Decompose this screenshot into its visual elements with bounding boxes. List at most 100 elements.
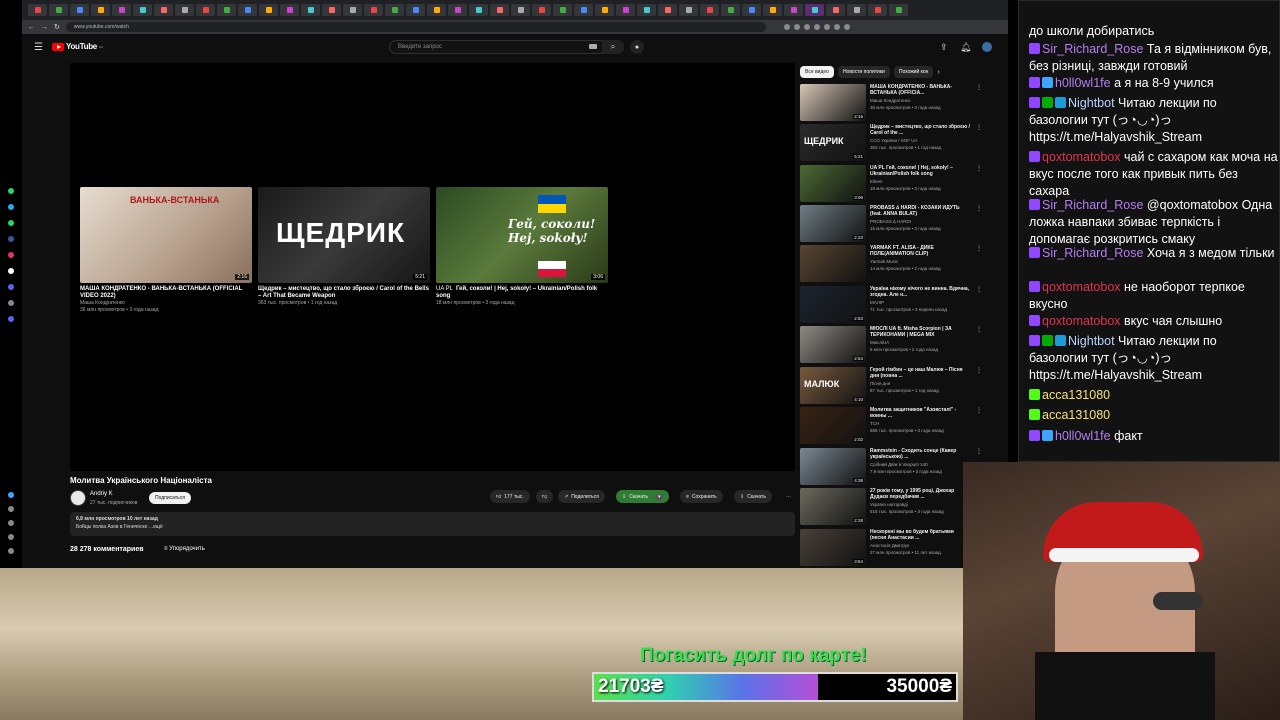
chat-username[interactable]: h0ll0wl1fe bbox=[1055, 76, 1114, 90]
like-button[interactable]: 👍︎ 177 тыс. bbox=[490, 490, 530, 503]
recommendation-item[interactable]: 2:53 Україна нікому нічого не винна. Вдяч… bbox=[800, 286, 982, 324]
download-button-2[interactable]: ⇩ Скачать bbox=[734, 490, 772, 503]
recommendation-title[interactable]: Україна нікому нічого не винна. Вдячна, … bbox=[870, 286, 970, 298]
browser-tab[interactable] bbox=[322, 4, 341, 16]
discord-icon[interactable] bbox=[8, 284, 14, 290]
account-avatar[interactable] bbox=[982, 42, 992, 52]
browser-tab[interactable] bbox=[826, 4, 845, 16]
recommendation-item[interactable]: 2:28 27 років тому, у 1995 році, Джохар Д… bbox=[800, 488, 982, 526]
bell-icon[interactable]: 🔔︎ bbox=[960, 42, 971, 53]
browser-tab[interactable] bbox=[637, 4, 656, 16]
more-vertical-icon[interactable]: ⋮ bbox=[976, 448, 982, 455]
recommendation-title[interactable]: 27 років тому, у 1995 році, Джохар Дудає… bbox=[870, 488, 970, 500]
chat-username[interactable]: acca131080 bbox=[1042, 388, 1110, 402]
recommendation-title[interactable]: Молитва защитников "Азовсталі" - воины .… bbox=[870, 407, 970, 419]
extension-icon[interactable] bbox=[823, 24, 830, 30]
keyboard-icon[interactable] bbox=[589, 44, 597, 49]
extension-icon[interactable] bbox=[813, 24, 820, 30]
more-vertical-icon[interactable]: ⋮ bbox=[976, 205, 982, 212]
sort-comments-button[interactable]: ≡ Упорядочить bbox=[164, 546, 205, 552]
recommendation-thumbnail[interactable]: 2:16 bbox=[800, 84, 866, 121]
more-vertical-icon[interactable]: ⋮ bbox=[976, 326, 982, 333]
chat-username[interactable]: Sir_Richard_Rose bbox=[1042, 42, 1147, 56]
search-button[interactable]: ⌕ bbox=[602, 40, 624, 54]
x-icon[interactable] bbox=[8, 268, 14, 274]
end-card-title[interactable]: МАША КОНДРАТЕНКО - ВАНЬКА-ВСТАНЬКА (OFFI… bbox=[80, 286, 252, 300]
browser-tab[interactable] bbox=[742, 4, 761, 16]
download-button[interactable]: ⇩ Скачать ▾ bbox=[616, 490, 670, 503]
chat-username[interactable]: h0ll0wl1fe bbox=[1055, 429, 1114, 443]
whatsapp-icon[interactable] bbox=[8, 220, 14, 226]
browser-tab[interactable] bbox=[469, 4, 488, 16]
browser-tab[interactable] bbox=[889, 4, 908, 16]
browser-tab[interactable] bbox=[721, 4, 740, 16]
hamburger-menu-icon[interactable]: ☰ bbox=[34, 42, 43, 53]
browser-tab[interactable] bbox=[847, 4, 866, 16]
chat-username[interactable]: Nightbot bbox=[1068, 96, 1118, 110]
recommendation-thumbnail[interactable]: 3:54 bbox=[800, 529, 866, 566]
chat-username[interactable]: qoxtomatobox bbox=[1042, 280, 1124, 294]
dislike-button[interactable]: 👎︎ bbox=[536, 490, 554, 503]
end-card-thumbnail[interactable]: ЩЕДРИК 5:21 bbox=[258, 187, 430, 283]
browser-tab[interactable] bbox=[784, 4, 803, 16]
browser-tab[interactable] bbox=[700, 4, 719, 16]
recommendation-thumbnail[interactable] bbox=[800, 245, 866, 282]
chip-politics[interactable]: Новости политики bbox=[837, 66, 890, 78]
end-card-thumbnail[interactable]: ВАНЬКА-ВСТАНЬКА 2:16 bbox=[80, 187, 252, 283]
browser-tab[interactable] bbox=[616, 4, 635, 16]
recommendation-thumbnail[interactable]: 2:53 bbox=[800, 286, 866, 323]
browser-tab[interactable] bbox=[280, 4, 299, 16]
youtube-logo[interactable]: YouTube UA bbox=[52, 42, 103, 51]
recommendation-title[interactable]: UA PL Гей, соколи! | Hej, sokoły! – Ukra… bbox=[870, 165, 970, 177]
browser-tab[interactable] bbox=[259, 4, 278, 16]
browser-tab[interactable] bbox=[658, 4, 677, 16]
end-card-thumbnail[interactable]: Гей, соколи! Hej, sokoły! 3:06 bbox=[436, 187, 608, 283]
recommendation-title[interactable]: YARMAK FT. ALISA - ДИКЕ ПОЛЕ(ANIMATION C… bbox=[870, 245, 970, 257]
description-box[interactable]: 6,8 млн просмотров 10 лет назад Бойцы по… bbox=[70, 512, 795, 536]
share-button[interactable]: ↗ Поделиться bbox=[558, 490, 605, 503]
chat-username[interactable]: Nightbot bbox=[1068, 334, 1118, 348]
browser-tab[interactable] bbox=[679, 4, 698, 16]
browser-tab[interactable] bbox=[553, 4, 572, 16]
recommendation-thumbnail[interactable]: ЩЕДРИК 5:21 bbox=[800, 124, 866, 161]
channel-avatar[interactable] bbox=[70, 490, 86, 506]
browser-tab[interactable] bbox=[196, 4, 215, 16]
browser-tab[interactable] bbox=[511, 4, 530, 16]
app-icon[interactable] bbox=[8, 236, 14, 242]
upload-icon[interactable]: ⇪ bbox=[940, 42, 948, 53]
recommendation-title[interactable]: МЮСЛІ UA ft. Misha Scorpion | ЗА ТЕРИКОН… bbox=[870, 326, 970, 338]
app-icon[interactable] bbox=[8, 188, 14, 194]
more-vertical-icon[interactable]: ⋮ bbox=[976, 124, 982, 131]
recommendation-title[interactable]: Герой гімбин – це наш Малюк – Пісня дня … bbox=[870, 367, 970, 379]
chat-username[interactable]: acca131080 bbox=[1042, 408, 1110, 422]
browser-tab[interactable] bbox=[154, 4, 173, 16]
chat-username[interactable]: qoxtomatobox bbox=[1042, 314, 1124, 328]
recommendation-item[interactable]: 4:38 Rammstein - Сходить сонце (Кавер укр… bbox=[800, 448, 982, 486]
end-card[interactable]: ЩЕДРИК 5:21 Щедрик – мистецтво, що стало… bbox=[258, 187, 430, 307]
more-actions-button[interactable]: ⋯ bbox=[780, 490, 797, 503]
browser-tab[interactable] bbox=[385, 4, 404, 16]
chat-username[interactable]: Sir_Richard_Rose bbox=[1042, 246, 1147, 260]
chip-related[interactable]: Похожий кон bbox=[893, 66, 934, 78]
recommendation-item[interactable]: 2:23 PROBASS ∆ HARDI - КОЗАКИ ЙДУТЬ (feat… bbox=[800, 205, 982, 243]
voice-search-button[interactable]: ● bbox=[630, 40, 644, 54]
recommendation-item[interactable]: ЩЕДРИК 5:21 Щедрик – мистецтво, що стало з… bbox=[800, 124, 982, 162]
extension-icon[interactable] bbox=[783, 24, 790, 30]
video-player[interactable]: ВАНЬКА-ВСТАНЬКА 2:16 МАША КОНДРАТЕНКО - … bbox=[70, 63, 795, 471]
chat-username[interactable]: qoxtomatobox bbox=[1042, 150, 1124, 164]
recommendation-title[interactable]: PROBASS ∆ HARDI - КОЗАКИ ЙДУТЬ (feat. AN… bbox=[870, 205, 970, 217]
recommendation-thumbnail[interactable]: 2:28 bbox=[800, 488, 866, 525]
recommendation-title[interactable]: МАША КОНДРАТЕНКО - ВАНЬКА-ВСТАНЬКА (OFFI… bbox=[870, 84, 970, 96]
chat-username[interactable]: Sir_Richard_Rose bbox=[1042, 198, 1147, 212]
recommendation-item[interactable]: 3:06 UA PL Гей, соколи! | Hej, sokoły! – … bbox=[800, 165, 982, 203]
recommendation-thumbnail[interactable]: 2:02 bbox=[800, 407, 866, 444]
browser-tab[interactable] bbox=[91, 4, 110, 16]
browser-tab[interactable] bbox=[427, 4, 446, 16]
end-card[interactable]: Гей, соколи! Hej, sokoły! 3:06 UA PL Гей,… bbox=[436, 187, 608, 307]
recommendation-thumbnail[interactable]: 2:54 bbox=[800, 326, 866, 363]
telegram-icon[interactable] bbox=[8, 204, 14, 210]
channel-name[interactable]: Andriy K bbox=[90, 491, 113, 497]
dropdown-chevron-icon[interactable]: ▾ bbox=[654, 493, 664, 500]
recommendation-thumbnail[interactable]: 3:06 bbox=[800, 165, 866, 202]
recommendation-title[interactable]: Rammstein - Сходить сонце (Кавер українс… bbox=[870, 448, 970, 460]
